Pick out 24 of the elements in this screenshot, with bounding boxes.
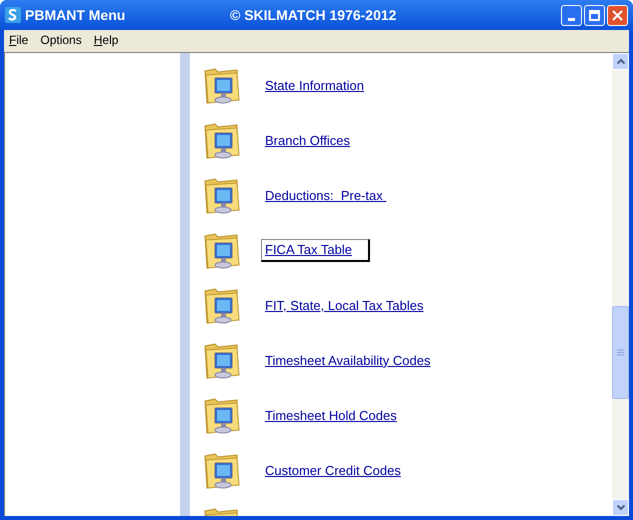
- menu-link[interactable]: Timesheet Hold Codes: [265, 406, 397, 426]
- window-title: PBMANT Menu: [25, 6, 126, 24]
- app-icon: [5, 7, 21, 23]
- window-subtitle: © SKILMATCH 1976-2012: [230, 6, 396, 24]
- menu-link[interactable]: FICA Tax Table: [261, 239, 370, 262]
- menu-link[interactable]: Timesheet Availability Codes: [265, 350, 430, 370]
- close-button[interactable]: [607, 4, 628, 26]
- menu-link[interactable]: Customer Credit Codes: [265, 460, 401, 480]
- scroll-down-button[interactable]: [612, 499, 629, 516]
- menu-link[interactable]: FIT, State, Local Tax Tables: [265, 296, 424, 316]
- minimize-icon: [568, 18, 575, 20]
- menu-item[interactable]: File: [9, 31, 28, 49]
- menu-link[interactable]: State Information: [265, 76, 364, 96]
- menu-item[interactable]: Help: [94, 31, 118, 49]
- maximize-button[interactable]: [584, 4, 605, 26]
- scroll-up-button[interactable]: [612, 53, 629, 70]
- menu-link[interactable]: Branch Offices: [265, 130, 350, 150]
- minimize-button[interactable]: [561, 4, 582, 26]
- grip-icon: [617, 349, 624, 356]
- menu-link[interactable]: Deductions: Pre-tax: [265, 186, 386, 206]
- scroll-thumb[interactable]: [612, 306, 629, 399]
- maximize-icon: [589, 10, 600, 20]
- close-icon: [612, 10, 623, 20]
- menu-item[interactable]: Options: [40, 31, 82, 49]
